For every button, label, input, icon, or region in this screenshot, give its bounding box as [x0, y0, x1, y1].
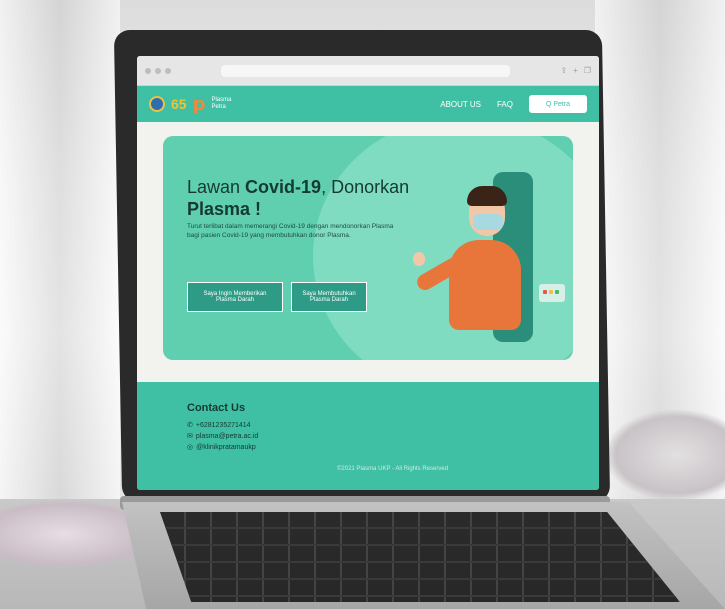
share-icon[interactable]: ⇪ [560, 66, 567, 75]
face-mask-icon [473, 214, 503, 230]
hero-title: Lawan Covid-19, Donorkan Plasma ! [187, 177, 410, 219]
contact-title: Contact Us [187, 402, 246, 414]
contact-email[interactable]: ✉ plasma@petra.ac.id [187, 431, 549, 442]
copyright-text: ©2021 Plasma UKP - All Rights Reserved [337, 466, 449, 472]
need-plasma-button[interactable]: Saya Membutuhkan Plasma Darah [291, 282, 367, 312]
plus-icon[interactable]: + [573, 66, 578, 75]
address-bar[interactable] [221, 64, 511, 77]
university-seal-icon [149, 96, 165, 112]
hero-banner: Lawan Covid-19, Donorkan Plasma ! Turut … [163, 136, 573, 360]
window-controls[interactable] [145, 67, 171, 74]
logo-group[interactable]: 65 p Plasma Petra [149, 94, 231, 115]
fabric-right [605, 410, 725, 500]
browser-icons: ⇪ + ❐ [560, 66, 591, 75]
hero-subtitle: Turut terlibat dalam memerangi Covid-19 … [187, 223, 394, 239]
site-navbar: 65 p Plasma Petra ABOUT US FAQ Q Petra [137, 86, 599, 122]
nav-about-us[interactable]: ABOUT US [440, 100, 481, 109]
monitor-lights [543, 290, 559, 294]
contact-instagram[interactable]: ◎ @klinikpratamaukp [187, 442, 549, 453]
phone-icon: ✆ [187, 422, 193, 429]
laptop-screen: ⇪ + ❐ 65 p Plasma Petra ABOUT US FAQ Q P… [137, 56, 599, 490]
mail-icon: ✉ [187, 433, 193, 440]
nav-search-button[interactable]: Q Petra [529, 95, 587, 113]
instagram-icon: ◎ [187, 444, 194, 451]
person-hair-illustration [467, 186, 507, 206]
tabs-icon[interactable]: ❐ [584, 66, 591, 75]
nav-faq[interactable]: FAQ [497, 100, 513, 109]
browser-toolbar: ⇪ + ❐ [137, 56, 599, 86]
anniversary-logo: 65 [171, 96, 187, 112]
person-shirt-illustration [449, 240, 521, 330]
logo-text: Plasma Petra [211, 97, 232, 110]
site-footer: Contact Us ✆ +6281235271414 ✉ plasma@petra… [137, 382, 599, 490]
thumbs-up-icon [413, 252, 425, 266]
give-plasma-button[interactable]: Saya Ingin Memberikan Plasma Darah [187, 282, 283, 312]
hero-background-shape [313, 136, 573, 360]
plasma-logo-icon: p [192, 93, 206, 115]
contact-phone[interactable]: ✆ +6281235271414 [187, 420, 549, 431]
keyboard-rows [160, 512, 680, 602]
